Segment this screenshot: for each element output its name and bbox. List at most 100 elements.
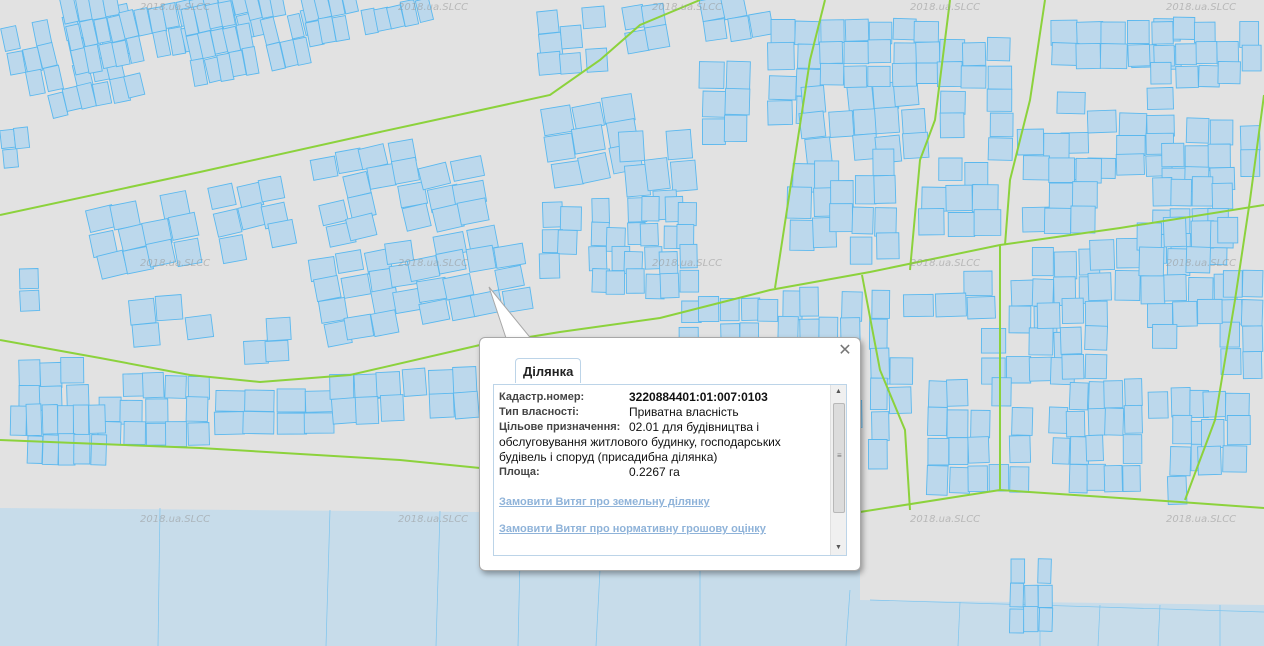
land-parcel[interactable] (927, 406, 948, 437)
land-parcel[interactable] (1011, 406, 1034, 436)
land-parcel[interactable] (927, 380, 949, 411)
land-parcel[interactable] (1068, 463, 1089, 494)
land-parcel[interactable] (90, 434, 108, 466)
land-parcel[interactable] (770, 18, 796, 44)
land-parcel[interactable] (852, 108, 879, 136)
land-parcel[interactable] (874, 207, 897, 237)
land-parcel[interactable] (207, 182, 237, 211)
land-parcel[interactable] (1087, 272, 1112, 302)
land-parcel[interactable] (876, 232, 900, 260)
land-parcel[interactable] (57, 433, 76, 466)
land-parcel[interactable] (131, 322, 161, 348)
land-parcel[interactable] (559, 24, 584, 50)
land-parcel[interactable] (1151, 21, 1174, 45)
land-parcel[interactable] (1123, 404, 1143, 434)
land-parcel[interactable] (1048, 406, 1069, 434)
land-parcel[interactable] (581, 5, 607, 30)
order-valuation-extract-link[interactable]: Замовити Витяг про нормативну грошову оц… (499, 523, 825, 535)
land-parcel[interactable] (1172, 414, 1193, 445)
land-parcel[interactable] (1089, 239, 1116, 271)
land-parcel[interactable] (128, 297, 157, 326)
land-parcel[interactable] (145, 398, 169, 423)
land-parcel[interactable] (989, 112, 1014, 138)
land-parcel[interactable] (536, 50, 563, 76)
land-parcel[interactable] (873, 174, 897, 204)
land-parcel[interactable] (1009, 608, 1025, 634)
land-parcel[interactable] (1010, 558, 1026, 584)
land-parcel[interactable] (915, 41, 941, 66)
land-parcel[interactable] (1036, 302, 1061, 330)
popup-scrollbar[interactable]: ▲ ≡ ▼ (830, 385, 846, 555)
land-parcel[interactable] (938, 157, 963, 181)
land-parcel[interactable] (1116, 134, 1146, 156)
land-parcel[interactable] (659, 272, 680, 299)
land-parcel[interactable] (465, 244, 497, 273)
land-parcel[interactable] (1114, 269, 1141, 301)
land-parcel[interactable] (724, 87, 751, 116)
land-parcel[interactable] (453, 390, 480, 420)
land-parcel[interactable] (677, 201, 697, 227)
land-parcel[interactable] (1147, 303, 1174, 328)
land-parcel[interactable] (88, 404, 107, 434)
land-parcel[interactable] (872, 148, 895, 177)
land-parcel[interactable] (57, 405, 74, 435)
land-parcel[interactable] (41, 434, 60, 466)
land-parcel[interactable] (329, 373, 355, 400)
land-parcel[interactable] (1051, 437, 1071, 465)
land-parcel[interactable] (334, 249, 365, 275)
land-parcel[interactable] (304, 390, 335, 413)
land-parcel[interactable] (187, 375, 210, 400)
land-parcel[interactable] (967, 465, 989, 493)
land-parcel[interactable] (767, 100, 794, 126)
order-parcel-extract-link[interactable]: Замовити Витяг про земельну ділянку (499, 496, 825, 508)
land-parcel[interactable] (588, 245, 608, 272)
land-parcel[interactable] (701, 90, 727, 118)
land-parcel[interactable] (1010, 279, 1035, 307)
land-parcel[interactable] (401, 367, 428, 397)
land-parcel[interactable] (1122, 434, 1143, 464)
land-parcel[interactable] (844, 18, 870, 42)
land-parcel[interactable] (1023, 606, 1039, 633)
land-parcel[interactable] (658, 251, 679, 275)
land-parcel[interactable] (1031, 247, 1054, 277)
land-parcel[interactable] (867, 65, 891, 88)
land-parcel[interactable] (1242, 350, 1263, 380)
land-parcel[interactable] (1126, 19, 1150, 45)
land-parcel[interactable] (73, 433, 91, 465)
land-parcel[interactable] (1172, 16, 1196, 40)
land-parcel[interactable] (871, 411, 890, 442)
land-parcel[interactable] (244, 389, 275, 413)
land-parcel[interactable] (1087, 407, 1108, 436)
land-parcel[interactable] (1061, 297, 1085, 325)
land-parcel[interactable] (276, 388, 306, 413)
land-parcel[interactable] (19, 289, 41, 312)
land-parcel[interactable] (123, 421, 146, 445)
land-parcel[interactable] (892, 17, 917, 41)
land-parcel[interactable] (828, 110, 855, 138)
land-parcel[interactable] (819, 62, 845, 86)
land-parcel[interactable] (185, 396, 209, 423)
land-parcel[interactable] (1009, 582, 1025, 608)
land-parcel[interactable] (921, 186, 949, 212)
land-parcel[interactable] (964, 162, 989, 187)
land-parcel[interactable] (1166, 475, 1188, 505)
land-parcel[interactable] (1061, 353, 1085, 380)
land-parcel[interactable] (312, 274, 342, 303)
land-parcel[interactable] (18, 359, 41, 388)
land-parcel[interactable] (946, 409, 969, 439)
land-parcel[interactable] (986, 88, 1013, 112)
land-parcel[interactable] (829, 203, 853, 233)
land-parcel[interactable] (541, 201, 564, 228)
land-parcel[interactable] (901, 108, 927, 135)
land-parcel[interactable] (987, 65, 1013, 91)
land-parcel[interactable] (354, 396, 380, 425)
land-parcel[interactable] (1075, 157, 1102, 184)
land-parcel[interactable] (330, 397, 358, 425)
land-parcel[interactable] (819, 40, 844, 65)
land-parcel[interactable] (570, 124, 606, 155)
land-parcel[interactable] (925, 464, 949, 496)
land-parcel[interactable] (1185, 246, 1211, 274)
land-parcel[interactable] (343, 313, 375, 341)
land-parcel[interactable] (353, 373, 380, 400)
land-parcel[interactable] (757, 298, 779, 322)
